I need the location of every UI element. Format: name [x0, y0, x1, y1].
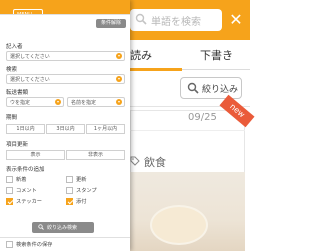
store-label: 検索: [6, 67, 18, 73]
filter-button[interactable]: 絞り込み: [180, 77, 242, 99]
checkbox-new[interactable]: [6, 176, 13, 183]
checkbox-attachment-label: 添付: [76, 199, 87, 205]
card-divider: [130, 130, 245, 131]
checkbox-comment-label: コメント: [16, 188, 37, 194]
checkbox-new-label: 新着: [16, 177, 27, 183]
store-select[interactable]: 選択してください: [6, 74, 125, 84]
sort-select-primary-value: ウを指定: [10, 100, 31, 106]
checkbox-stamp[interactable]: [66, 187, 73, 194]
filter-button-label: 絞り込み: [202, 85, 239, 95]
post-category: 飲食: [144, 156, 166, 169]
search-icon: [38, 224, 44, 230]
sort-select-primary[interactable]: ウを指定: [6, 97, 64, 107]
checkbox-sticker[interactable]: [6, 198, 13, 205]
chevron-down-icon: [116, 76, 122, 82]
search-placeholder: 単語を検索: [151, 17, 201, 28]
filter-search-button[interactable]: 絞り込み検索: [32, 222, 94, 233]
period-option-1day[interactable]: 1日以内: [6, 124, 45, 134]
period-label: 期間: [6, 115, 18, 121]
author-select[interactable]: 選択してください: [6, 51, 125, 61]
checkbox-stamp-label: スタンプ: [76, 188, 97, 194]
checkbox-updated-label: 更新: [76, 177, 87, 183]
post-date: 09/25: [188, 112, 217, 123]
tab-drafts[interactable]: 下書き: [200, 47, 233, 63]
save-condition-label: 検索条件の保存: [16, 242, 53, 248]
tag-icon: [130, 156, 140, 166]
sort-label: 転送書類: [6, 90, 29, 96]
filter-search-button-label: 絞り込み検索: [47, 225, 78, 231]
checkbox-comment[interactable]: [6, 187, 13, 194]
checkbox-sticker-label: ステッカー: [16, 199, 42, 205]
chevron-down-icon: [116, 53, 122, 59]
display-conditions-label: 表示条件の追加: [6, 167, 45, 173]
checkbox-updated[interactable]: [66, 176, 73, 183]
update-option-hide[interactable]: 非表示: [66, 150, 125, 160]
close-icon[interactable]: ✕: [226, 9, 246, 31]
sort-select-secondary-value: 名前を指定: [71, 100, 97, 106]
chevron-down-icon: [116, 99, 122, 105]
period-option-3days[interactable]: 3日以内: [46, 124, 85, 134]
search-box[interactable]: 単語を検索: [130, 9, 222, 31]
panel-divider: [0, 237, 130, 238]
store-select-value: 選択してください: [10, 77, 50, 83]
photo-plate-image: [150, 205, 208, 245]
search-icon: [135, 13, 147, 25]
search-icon: [187, 82, 199, 94]
checkbox-save-condition[interactable]: [6, 241, 13, 248]
filter-panel: MENU 条件解除 記入者 選択してください 検索 選択してください 転送書類 …: [0, 0, 130, 251]
tab-read[interactable]: 読み: [130, 47, 152, 63]
author-label: 記入者: [6, 44, 23, 50]
checkbox-attachment[interactable]: [66, 198, 73, 205]
period-option-1month[interactable]: 1ヶ月以内: [86, 124, 125, 134]
sort-select-secondary[interactable]: 名前を指定: [67, 97, 125, 107]
update-option-show[interactable]: 表示: [6, 150, 65, 160]
chevron-down-icon: [55, 99, 61, 105]
update-label: 項目更新: [6, 142, 29, 148]
clear-conditions-button[interactable]: 条件解除: [96, 19, 126, 28]
author-select-value: 選択してください: [10, 54, 50, 60]
